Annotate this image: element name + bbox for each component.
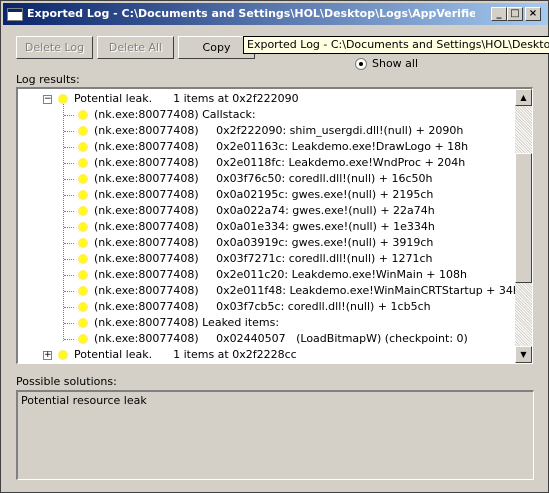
entry-node-icon	[80, 224, 86, 230]
entry-node-icon	[80, 176, 86, 182]
tree-branch-line	[64, 131, 74, 132]
leak-node-icon	[60, 96, 66, 102]
tree-branch-line	[64, 291, 74, 292]
tree-branch-line	[64, 339, 74, 340]
tree-node-entry[interactable]: (nk.exe:80077408) 0x03f7271c: coredll.dl…	[94, 251, 433, 267]
leak-node-icon	[60, 352, 66, 358]
delete-all-button[interactable]: Delete All	[97, 36, 174, 59]
window-title: Exported Log - C:\Documents and Settings…	[27, 7, 475, 20]
tree-branch-line	[64, 179, 74, 180]
title-tooltip: Exported Log - C:\Documents and Settings…	[243, 36, 549, 54]
log-results-scrollbar[interactable]: ▲ ▼	[515, 89, 532, 363]
tree-node-entry[interactable]: (nk.exe:80077408) 0x03f76c50: coredll.dl…	[94, 171, 433, 187]
entry-node-icon	[80, 256, 86, 262]
scroll-up-button[interactable]: ▲	[515, 89, 532, 106]
tree-node-entry[interactable]: (nk.exe:80077408) 0x03f7cb5c: coredll.dl…	[94, 299, 431, 315]
delete-log-button[interactable]: Delete Log	[16, 36, 93, 59]
entry-node-icon	[80, 192, 86, 198]
tree-branch-line	[64, 195, 74, 196]
tree-branch-line	[64, 259, 74, 260]
title-bar[interactable]: Exported Log - C:\Documents and Settings…	[3, 3, 548, 25]
tree-node-entry[interactable]: (nk.exe:80077408) 0x2e01163c: Leakdemo.e…	[94, 139, 468, 155]
entry-node-icon	[80, 336, 86, 342]
scroll-down-button[interactable]: ▼	[515, 346, 532, 363]
tree-expander[interactable]: −	[43, 95, 52, 104]
entry-node-icon	[80, 272, 86, 278]
tree-node-entry[interactable]: (nk.exe:80077408) 0x0a022a74: gwes.exe!(…	[94, 203, 435, 219]
show-all-label[interactable]: Show all	[372, 57, 418, 70]
tree-branch-line	[64, 307, 74, 308]
tree-branch-line	[64, 147, 74, 148]
tree-connector-line	[63, 101, 64, 341]
tree-expander[interactable]: +	[43, 351, 52, 360]
maximize-button[interactable]: □	[507, 7, 523, 21]
exported-log-window: Exported Log - C:\Documents and Settings…	[0, 0, 549, 493]
log-results-tree[interactable]: Potential leak. 1 items at 0x2f2228cc (nk…	[16, 87, 533, 364]
entry-node-icon	[80, 240, 86, 246]
tree-branch-line	[64, 227, 74, 228]
show-all-radio[interactable]	[355, 58, 367, 70]
tree-node-entry[interactable]: (nk.exe:80077408) Leaked items:	[94, 315, 279, 331]
minimize-button[interactable]: _	[491, 7, 507, 21]
tree-node-leak[interactable]: Potential leak. 1 items at 0x2f2228cc	[74, 347, 297, 363]
possible-solutions-text: Potential resource leak	[21, 394, 147, 407]
tree-node-entry[interactable]: (nk.exe:80077408) 0x2e011f48: Leakdemo.e…	[94, 283, 520, 299]
tree-branch-line	[64, 115, 74, 116]
tree-node-entry[interactable]: (nk.exe:80077408) 0x0a01e334: gwes.exe!(…	[94, 219, 435, 235]
tree-branch-line	[64, 211, 74, 212]
entry-node-icon	[80, 320, 86, 326]
entry-node-icon	[80, 144, 86, 150]
log-results-label: Log results:	[16, 73, 80, 86]
tree-node-entry[interactable]: (nk.exe:80077408) 0x2f222090: shim_userg…	[94, 123, 463, 139]
tree-branch-line	[64, 275, 74, 276]
close-button[interactable]: ×	[525, 7, 541, 21]
tree-node-entry[interactable]: (nk.exe:80077408) 0x0a03919c: gwes.exe!(…	[94, 235, 433, 251]
tree-node-entry[interactable]: (nk.exe:80077408) Callstack:	[94, 107, 256, 123]
entry-node-icon	[80, 160, 86, 166]
tree-node-entry[interactable]: (nk.exe:80077408) 0x2e0118fc: Leakdemo.e…	[94, 155, 465, 171]
entry-node-icon	[80, 208, 86, 214]
tree-node-entry[interactable]: (nk.exe:80077408) 0x02440507 (LoadBitmap…	[94, 331, 468, 347]
entry-node-icon	[80, 128, 86, 134]
entry-node-icon	[80, 112, 86, 118]
possible-solutions-label: Possible solutions:	[16, 375, 117, 388]
tree-node-leak[interactable]: Potential leak. 1 items at 0x2f222090	[74, 91, 299, 107]
tree-node-entry[interactable]: (nk.exe:80077408) 0x0a02195c: gwes.exe!(…	[94, 187, 433, 203]
entry-node-icon	[80, 304, 86, 310]
tree-branch-line	[64, 163, 74, 164]
tree-branch-line	[64, 243, 74, 244]
scroll-thumb[interactable]	[515, 153, 532, 283]
tree-branch-line	[64, 323, 74, 324]
tree-node-entry[interactable]: (nk.exe:80077408) 0x2e011c20: Leakdemo.e…	[94, 267, 467, 283]
possible-solutions-box[interactable]: Potential resource leak	[16, 390, 534, 480]
window-icon	[7, 8, 23, 21]
entry-node-icon	[80, 288, 86, 294]
